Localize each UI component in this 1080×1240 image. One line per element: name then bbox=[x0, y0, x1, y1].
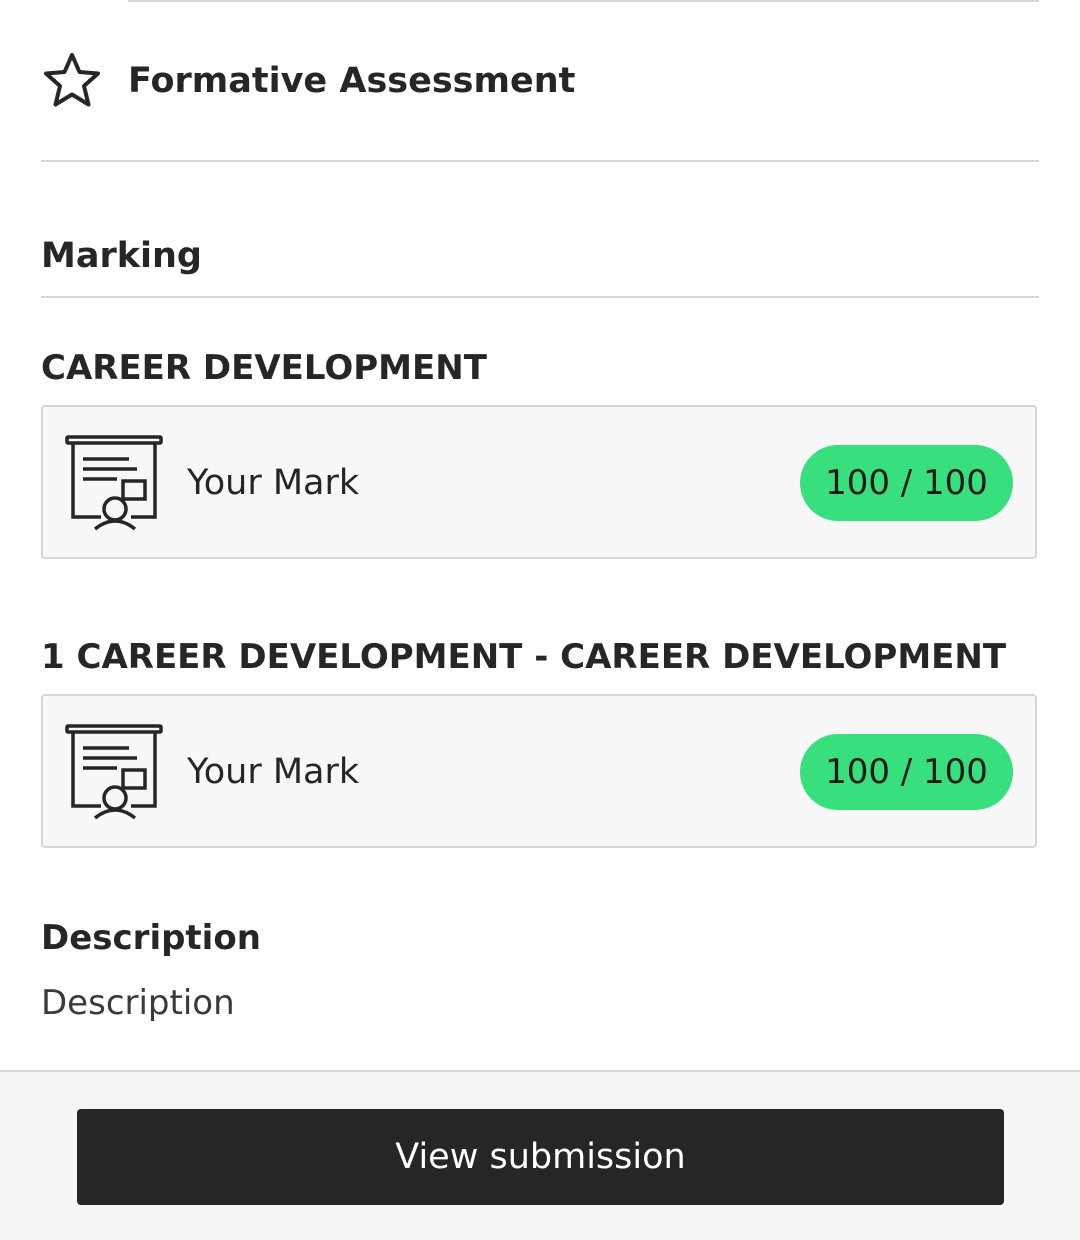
score-badge: 100 / 100 bbox=[800, 445, 1013, 521]
divider bbox=[41, 296, 1039, 298]
your-mark-label: Your Mark bbox=[187, 463, 360, 503]
marking-heading: Marking bbox=[41, 236, 202, 276]
divider bbox=[41, 160, 1039, 162]
description-text: Description bbox=[41, 983, 235, 1023]
your-mark-label: Your Mark bbox=[187, 752, 360, 792]
footer-bar: View submission bbox=[0, 1070, 1080, 1240]
assessment-title: Formative Assessment bbox=[128, 61, 576, 101]
assessment-detail-page: Formative Assessment Marking CAREER DEVE… bbox=[0, 0, 1080, 1240]
view-submission-button[interactable]: View submission bbox=[77, 1109, 1004, 1205]
description-heading: Description bbox=[41, 918, 261, 958]
marking-group-title: CAREER DEVELOPMENT bbox=[41, 348, 487, 388]
star-icon[interactable] bbox=[41, 50, 103, 112]
mark-card: Your Mark 100 / 100 bbox=[41, 694, 1037, 848]
marking-group-title: 1 CAREER DEVELOPMENT - CAREER DEVELOPMEN… bbox=[41, 637, 1007, 677]
assessment-header: Formative Assessment bbox=[41, 50, 1039, 112]
mark-card: Your Mark 100 / 100 bbox=[41, 405, 1037, 559]
score-badge: 100 / 100 bbox=[800, 734, 1013, 810]
top-divider bbox=[128, 0, 1039, 2]
presentation-icon bbox=[65, 433, 165, 533]
presentation-icon bbox=[65, 722, 165, 822]
